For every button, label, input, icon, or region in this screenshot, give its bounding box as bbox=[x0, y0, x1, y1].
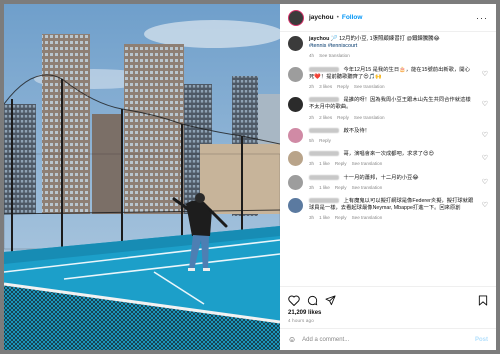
commenter-username-blurred[interactable] bbox=[309, 97, 339, 103]
heart-icon[interactable] bbox=[288, 295, 300, 306]
post-actions: 21,209 likes 4 hours ago bbox=[280, 286, 496, 323]
comment-icon[interactable] bbox=[307, 295, 318, 306]
comment-text: 十一月的蕭邦，十二月的小豆😂 bbox=[343, 174, 419, 181]
author-username[interactable]: jaychou bbox=[309, 14, 334, 21]
comment-likes[interactable]: 1 like bbox=[319, 215, 330, 220]
author-avatar-small[interactable] bbox=[288, 36, 303, 51]
comment-age: 5h bbox=[309, 138, 315, 144]
post-sidebar: jaychou • Follow ··· jaychou 🏸 12月的小豆, 1… bbox=[280, 4, 496, 350]
heart-icon[interactable]: ♡ bbox=[482, 178, 488, 186]
comment-item: 今年12月15 是我的生日🎂，能在15號前出新歌，開心死❤️！提前聽歌聽齊了😍🎵… bbox=[288, 66, 488, 91]
commenter-username-blurred[interactable] bbox=[309, 174, 339, 180]
add-comment-input[interactable]: Add a comment... bbox=[302, 337, 349, 343]
post-photo[interactable] bbox=[4, 4, 280, 350]
commenter-username-blurred[interactable] bbox=[309, 127, 339, 133]
commenter-username-blurred[interactable] bbox=[309, 198, 339, 204]
see-translation-link[interactable]: See translation bbox=[354, 84, 385, 89]
comment-age: 2h bbox=[309, 84, 315, 90]
comment-item: 啟不及待！ 5h Reply ♡ bbox=[288, 127, 488, 144]
comments-list[interactable]: jaychou 🏸 12月的小豆, 1張照顧練習打 @鐵鍊騰騰😂 #tennis… bbox=[280, 32, 496, 286]
heart-icon[interactable]: ♡ bbox=[482, 131, 488, 139]
post-caption: jaychou 🏸 12月的小豆, 1張照顧練習打 @鐵鍊騰騰😂 #tennis… bbox=[288, 36, 488, 60]
see-translation-link[interactable]: See translation bbox=[352, 185, 383, 190]
post-time-ago: 4 hours ago bbox=[288, 318, 314, 323]
reply-button[interactable]: Reply bbox=[319, 138, 331, 143]
commenter-username-blurred[interactable] bbox=[309, 151, 339, 157]
comment-item: 是誰的呀！因為我周小豆王跟木山先生共同合作就這樣不太月中的歌曲。 2h 2 lik… bbox=[288, 97, 488, 121]
comment-age: 3h bbox=[309, 215, 315, 221]
follow-button[interactable]: Follow bbox=[342, 14, 363, 21]
comment-age: 2h bbox=[309, 114, 315, 120]
post-header: jaychou • Follow ··· bbox=[280, 4, 496, 32]
commenter-avatar[interactable] bbox=[288, 174, 303, 190]
emoji-icon[interactable]: ☺ bbox=[288, 335, 296, 344]
tennis-court-photo bbox=[4, 4, 280, 350]
see-translation-link[interactable]: See translation bbox=[352, 215, 383, 220]
caption-age: 4h bbox=[309, 53, 315, 59]
heart-icon[interactable]: ♡ bbox=[482, 201, 488, 209]
reply-button[interactable]: Reply bbox=[335, 161, 347, 166]
comment-likes[interactable]: 1 like bbox=[319, 185, 330, 190]
comment-likes[interactable]: 3 likes bbox=[319, 84, 332, 89]
comment-text: 啟不及待！ bbox=[343, 127, 370, 134]
comment-item: 上有魔鬼以可以擬打網球是像Federer炎擬，擬打球就跟球員是一樣，去看起球最像… bbox=[288, 198, 488, 222]
caption-text: 🏸 12月的小豆, 1張照顧練習打 @鐵鍊騰騰😂 bbox=[330, 36, 440, 42]
reply-button[interactable]: Reply bbox=[337, 115, 349, 120]
author-avatar[interactable] bbox=[288, 9, 304, 26]
see-translation-link[interactable]: See translation bbox=[352, 161, 383, 166]
heart-icon[interactable]: ♡ bbox=[482, 70, 488, 78]
reply-button[interactable]: Reply bbox=[335, 185, 347, 190]
comment-likes[interactable]: 1 like bbox=[319, 161, 330, 166]
see-translation-link[interactable]: See translation bbox=[354, 115, 385, 120]
share-icon[interactable] bbox=[325, 294, 336, 306]
caption-hashtags[interactable]: #tennis #tenniscourt bbox=[309, 43, 357, 49]
heart-icon[interactable]: ♡ bbox=[482, 154, 488, 162]
commenter-avatar[interactable] bbox=[288, 127, 303, 143]
caption-username[interactable]: jaychou bbox=[309, 36, 329, 42]
commenter-username-blurred[interactable] bbox=[309, 66, 339, 72]
bookmark-icon[interactable] bbox=[478, 294, 488, 306]
comment-text: 哥，演唱會來一次成都吧，求求了😍😍 bbox=[343, 151, 434, 158]
add-comment-bar: ☺ Add a comment... Post bbox=[280, 328, 496, 350]
commenter-avatar[interactable] bbox=[288, 198, 303, 214]
comment-age: 3h bbox=[309, 161, 315, 167]
more-icon[interactable]: ··· bbox=[476, 13, 488, 23]
comment-item: 哥，演唱會來一次成都吧，求求了😍😍 3h 1 like Reply See trans… bbox=[288, 151, 488, 167]
commenter-avatar[interactable] bbox=[288, 151, 303, 167]
commenter-avatar[interactable] bbox=[288, 97, 303, 113]
post-comment-button[interactable]: Post bbox=[475, 337, 488, 343]
comment-item: 十一月的蕭邦，十二月的小豆😂 3h 1 like Reply See translat… bbox=[288, 174, 488, 191]
see-translation-link[interactable]: See translation bbox=[319, 53, 350, 58]
comment-age: 3h bbox=[309, 184, 315, 190]
reply-button[interactable]: Reply bbox=[335, 215, 347, 220]
reply-button[interactable]: Reply bbox=[337, 84, 349, 89]
post-modal: jaychou • Follow ··· jaychou 🏸 12月的小豆, 1… bbox=[4, 4, 496, 350]
comment-likes[interactable]: 2 likes bbox=[319, 115, 332, 120]
separator-dot: • bbox=[336, 14, 339, 21]
commenter-avatar[interactable] bbox=[288, 66, 303, 82]
likes-count[interactable]: 21,209 likes bbox=[288, 310, 488, 316]
heart-icon[interactable]: ♡ bbox=[482, 100, 488, 108]
